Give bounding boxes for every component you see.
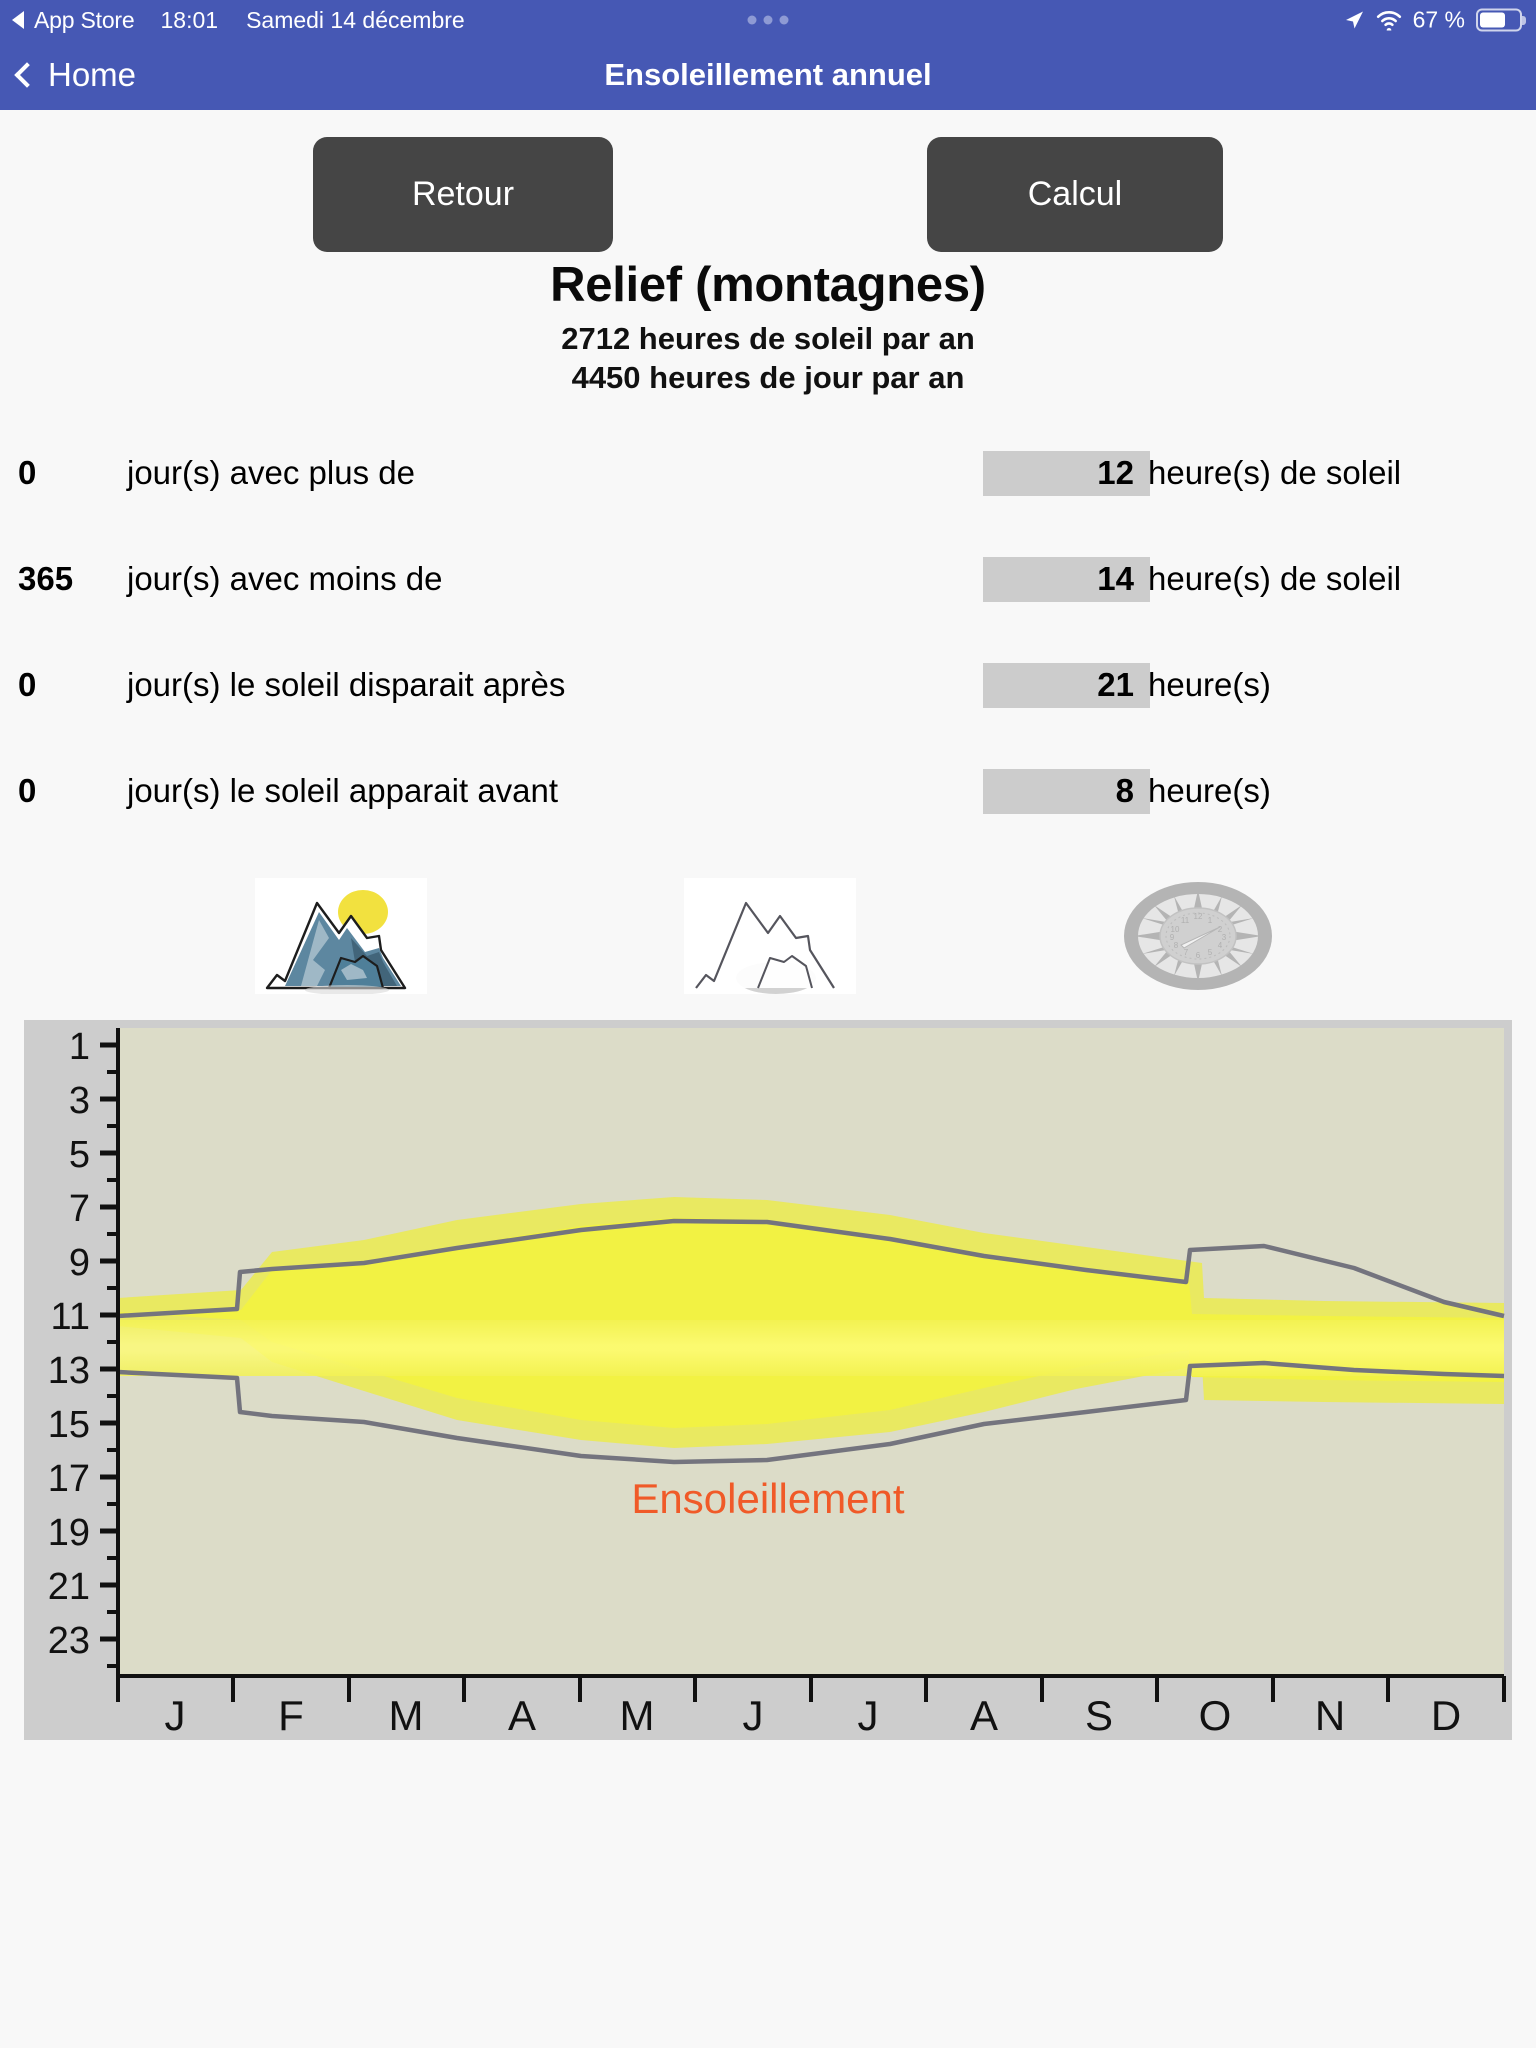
back-triangle-icon[interactable] [12, 11, 24, 29]
nav-back-label: Home [48, 56, 137, 93]
svg-text:5: 5 [69, 1134, 90, 1176]
sun-hours-subtitle: 2712 heures de soleil par an [561, 321, 975, 356]
mountain-outline-icon[interactable] [684, 878, 856, 994]
status-bar-right: 67 % [1343, 7, 1522, 34]
svg-text:J: J [165, 1692, 186, 1739]
retour-button[interactable]: Retour [313, 137, 613, 252]
svg-text:J: J [743, 1692, 764, 1739]
svg-text:21: 21 [48, 1566, 90, 1608]
svg-text:M: M [620, 1692, 655, 1739]
stats-row: 0 jour(s) avec plus de heure(s) de solei… [0, 420, 1536, 526]
svg-text:9: 9 [69, 1242, 90, 1284]
nav-bar: Home Ensoleillement annuel [0, 40, 1536, 110]
svg-text:11: 11 [1181, 916, 1190, 925]
svg-text:O: O [1199, 1692, 1232, 1739]
svg-text:13: 13 [48, 1350, 90, 1392]
stats-row: 365 jour(s) avec moins de heure(s) de so… [0, 526, 1536, 632]
svg-text:10: 10 [1171, 925, 1180, 934]
svg-text:11: 11 [51, 1296, 90, 1338]
row-unit-2: heure(s) [1148, 666, 1271, 703]
svg-text:J: J [858, 1692, 879, 1739]
stats-row: 0 jour(s) le soleil apparait avant heure… [0, 738, 1536, 844]
sunshine-chart: 1 3 5 7 9 11 13 15 17 19 21 23 J F M A M… [24, 1020, 1512, 1740]
day-hours-subtitle: 4450 heures de jour par an [571, 360, 965, 395]
action-button-row: Retour Calcul [0, 110, 1536, 252]
status-date: Samedi 14 décembre [246, 6, 465, 33]
row-count-3: 0 [18, 772, 37, 809]
chevron-left-icon [14, 62, 40, 88]
row-unit-3: heure(s) [1148, 772, 1271, 809]
status-bar: App Store 18:01 Samedi 14 décembre 67 % [0, 0, 1536, 40]
nav-back-button[interactable]: Home [0, 56, 136, 94]
row-unit-0: heure(s) de soleil [1148, 454, 1402, 491]
row-unit-1: heure(s) de soleil [1148, 560, 1402, 597]
row-label-1: jour(s) avec moins de [127, 560, 443, 597]
status-dots-indicator [747, 15, 789, 25]
relief-icon-strip: 12 1 2 3 4 5 6 7 8 9 10 11 [0, 878, 1536, 1008]
svg-text:4: 4 [1218, 941, 1223, 950]
svg-text:S: S [1085, 1692, 1113, 1739]
wifi-icon [1376, 10, 1401, 30]
status-time: 18:01 [160, 6, 219, 33]
svg-text:6: 6 [1196, 951, 1201, 960]
svg-text:1: 1 [1208, 916, 1213, 925]
svg-text:1: 1 [69, 1026, 90, 1068]
dot-2 [763, 15, 773, 25]
svg-text:15: 15 [48, 1404, 90, 1446]
svg-text:7: 7 [1184, 948, 1189, 957]
row-threshold-input-3[interactable] [983, 768, 1150, 814]
status-bar-left: App Store 18:01 Samedi 14 décembre [0, 7, 465, 34]
svg-text:F: F [278, 1692, 304, 1739]
compass-rose-icon[interactable]: 12 1 2 3 4 5 6 7 8 9 10 11 [1112, 878, 1284, 994]
svg-text:3: 3 [1222, 933, 1227, 942]
location-arrow-icon [1345, 11, 1363, 28]
svg-text:A: A [970, 1692, 998, 1739]
battery-fill [1480, 12, 1506, 28]
svg-text:23: 23 [48, 1620, 90, 1662]
row-threshold-input-1[interactable] [983, 556, 1150, 602]
svg-text:17: 17 [48, 1458, 90, 1500]
row-count-2: 0 [18, 666, 37, 703]
svg-text:5: 5 [1208, 948, 1213, 957]
relief-title: Relief (montagnes) [550, 258, 986, 312]
svg-text:D: D [1431, 1692, 1461, 1739]
battery-percent-label: 67 % [1412, 6, 1465, 33]
page-title: Ensoleillement annuel [604, 57, 932, 92]
row-threshold-input-2[interactable] [983, 662, 1150, 708]
status-back-app-label[interactable]: App Store [34, 7, 135, 34]
row-threshold-input-0[interactable] [983, 450, 1150, 496]
stats-row: 0 jour(s) le soleil disparait après heur… [0, 632, 1536, 738]
dot-1 [747, 15, 757, 25]
dot-3 [779, 15, 789, 25]
row-label-3: jour(s) le soleil apparait avant [127, 772, 559, 809]
svg-text:N: N [1315, 1692, 1345, 1739]
svg-text:7: 7 [69, 1188, 90, 1230]
row-count-1: 365 [18, 560, 74, 597]
stats-rows: 0 jour(s) avec plus de heure(s) de solei… [0, 420, 1536, 844]
row-label-0: jour(s) avec plus de [127, 454, 415, 491]
calcul-button[interactable]: Calcul [927, 137, 1223, 252]
mountain-sun-icon[interactable] [255, 878, 427, 995]
battery-icon [1476, 8, 1522, 32]
svg-text:M: M [389, 1692, 424, 1739]
svg-text:9: 9 [1170, 933, 1175, 942]
row-count-0: 0 [18, 454, 37, 491]
svg-text:3: 3 [69, 1080, 90, 1122]
svg-text:12: 12 [1194, 912, 1203, 921]
svg-text:8: 8 [1174, 941, 1179, 950]
svg-text:19: 19 [48, 1512, 90, 1554]
row-label-2: jour(s) le soleil disparait après [127, 666, 566, 703]
sunshine-chart-svg: 1 3 5 7 9 11 13 15 17 19 21 23 J F M A M… [24, 1020, 1512, 1740]
svg-text:A: A [508, 1692, 536, 1739]
